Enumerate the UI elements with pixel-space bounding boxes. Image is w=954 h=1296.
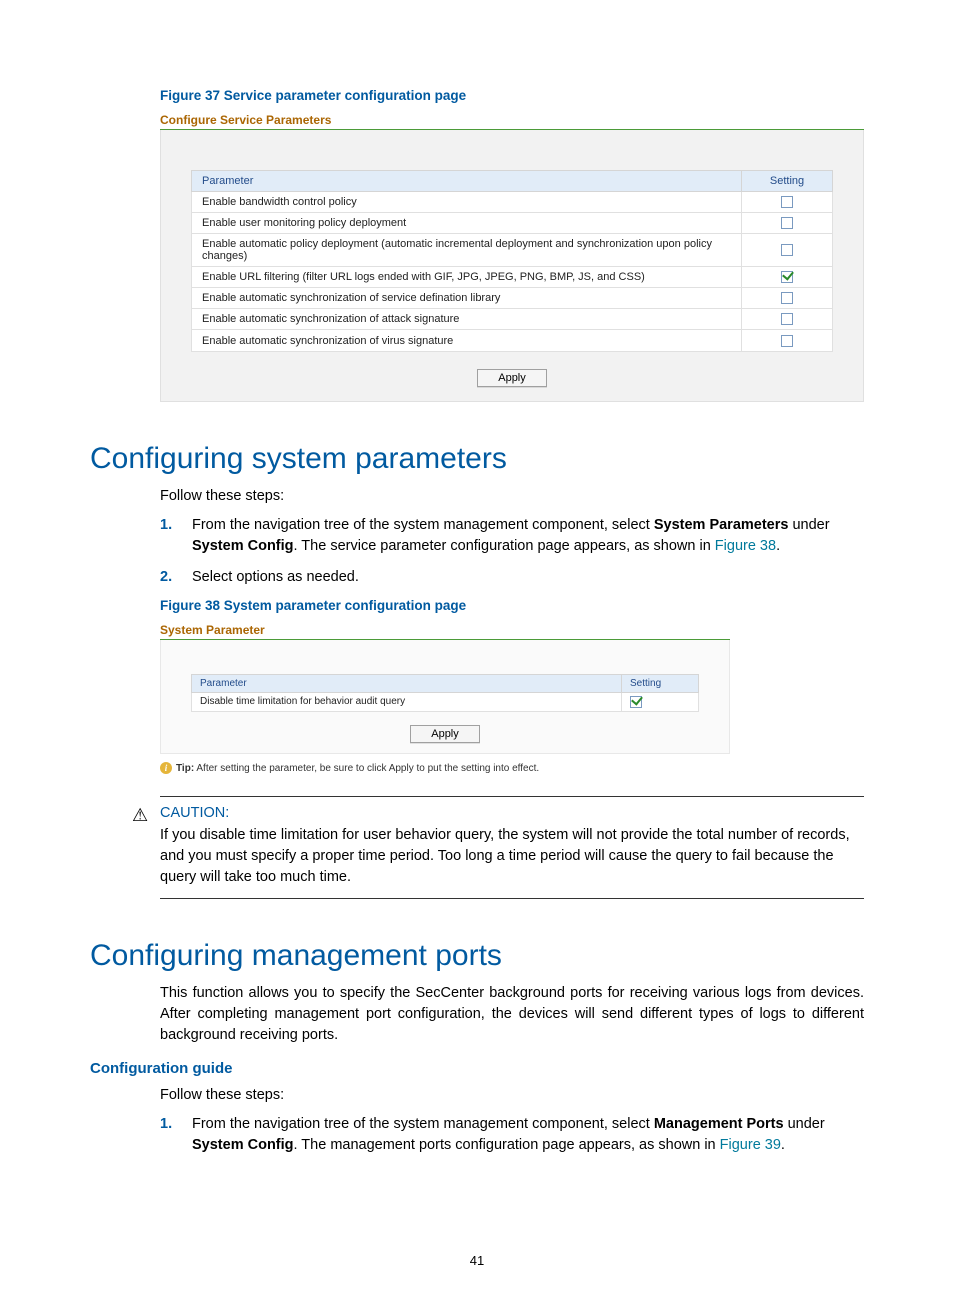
table-row: Enable automatic synchronization of atta… bbox=[192, 309, 833, 330]
step1-text-c: . The service parameter configuration pa… bbox=[294, 538, 715, 554]
heading-system-params: Configuring system parameters bbox=[90, 442, 864, 476]
step1-text-d: . bbox=[776, 538, 780, 554]
figure37-caption: Figure 37 Service parameter configuratio… bbox=[160, 88, 864, 103]
param-setting bbox=[742, 267, 833, 288]
section1-step2: Select options as needed. bbox=[160, 567, 864, 588]
table-row: Enable user monitoring policy deployment bbox=[192, 213, 833, 234]
checkbox[interactable] bbox=[781, 313, 793, 325]
table-row: Enable automatic policy deployment (auto… bbox=[192, 234, 833, 267]
param-label: Disable time limitation for behavior aud… bbox=[192, 692, 622, 711]
col-parameter: Parameter bbox=[192, 674, 622, 692]
param-setting bbox=[742, 288, 833, 309]
step1-text-a: From the navigation tree of the system m… bbox=[192, 1116, 654, 1132]
param-label: Enable bandwidth control policy bbox=[192, 192, 742, 213]
col-parameter: Parameter bbox=[192, 171, 742, 192]
table-row: Enable URL filtering (filter URL logs en… bbox=[192, 267, 833, 288]
step1-bold1: System Parameters bbox=[654, 517, 789, 533]
step1-bold1: Management Ports bbox=[654, 1116, 784, 1132]
col-setting: Setting bbox=[742, 171, 833, 192]
param-label: Enable automatic policy deployment (auto… bbox=[192, 234, 742, 267]
apply-button[interactable]: Apply bbox=[477, 369, 547, 387]
param-label: Enable user monitoring policy deployment bbox=[192, 213, 742, 234]
param-setting bbox=[742, 192, 833, 213]
param-setting bbox=[622, 692, 699, 711]
table-row: Enable automatic synchronization of viru… bbox=[192, 330, 833, 351]
table-row: Disable time limitation for behavior aud… bbox=[192, 692, 699, 711]
caution-text: If you disable time limitation for user … bbox=[160, 825, 864, 888]
figure38-caption: Figure 38 System parameter configuration… bbox=[160, 598, 864, 613]
table-row: Enable bandwidth control policy bbox=[192, 192, 833, 213]
section2-intro: This function allows you to specify the … bbox=[160, 983, 864, 1046]
step1-bold2: System Config bbox=[192, 1137, 294, 1153]
param-setting bbox=[742, 309, 833, 330]
param-setting bbox=[742, 234, 833, 267]
checkbox[interactable] bbox=[781, 292, 793, 304]
checkbox[interactable] bbox=[630, 696, 642, 708]
tip-text: After setting the parameter, be sure to … bbox=[194, 763, 539, 774]
step1-text-a: From the navigation tree of the system m… bbox=[192, 517, 654, 533]
param-setting bbox=[742, 330, 833, 351]
caution-label: CAUTION: bbox=[160, 805, 864, 821]
param-label: Enable automatic synchronization of viru… bbox=[192, 330, 742, 351]
figure38-link[interactable]: Figure 38 bbox=[715, 538, 776, 554]
section2-step1: From the navigation tree of the system m… bbox=[160, 1114, 864, 1156]
tip-row: i Tip: After setting the parameter, be su… bbox=[160, 762, 730, 774]
caution-icon: ⚠ bbox=[132, 805, 148, 826]
page-number: 41 bbox=[0, 1253, 954, 1268]
system-param-table: Parameter Setting Disable time limitatio… bbox=[191, 674, 699, 712]
param-setting bbox=[742, 213, 833, 234]
step1-bold2: System Config bbox=[192, 538, 294, 554]
step1-text-b: under bbox=[784, 1116, 825, 1132]
section1-steps: From the navigation tree of the system m… bbox=[160, 515, 864, 588]
figure39-link[interactable]: Figure 39 bbox=[720, 1137, 781, 1153]
figure37-panel-title: Configure Service Parameters bbox=[160, 113, 864, 127]
tip-label: Tip: bbox=[176, 763, 194, 774]
checkbox[interactable] bbox=[781, 196, 793, 208]
checkbox[interactable] bbox=[781, 271, 793, 283]
section1-step1: From the navigation tree of the system m… bbox=[160, 515, 864, 557]
figure38-panel: Parameter Setting Disable time limitatio… bbox=[160, 640, 730, 754]
info-icon: i bbox=[160, 762, 172, 774]
param-label: Enable automatic synchronization of serv… bbox=[192, 288, 742, 309]
step1-text-b: under bbox=[788, 517, 829, 533]
caution-block: ⚠ CAUTION: If you disable time limitatio… bbox=[160, 796, 864, 899]
service-param-table: Parameter Setting Enable bandwidth contr… bbox=[191, 170, 833, 352]
section2-steps-intro: Follow these steps: bbox=[160, 1085, 864, 1106]
checkbox[interactable] bbox=[781, 217, 793, 229]
figure37-panel: Parameter Setting Enable bandwidth contr… bbox=[160, 130, 864, 402]
param-label: Enable URL filtering (filter URL logs en… bbox=[192, 267, 742, 288]
figure38-panel-title: System Parameter bbox=[160, 623, 730, 637]
section1-intro: Follow these steps: bbox=[160, 486, 864, 507]
col-setting: Setting bbox=[622, 674, 699, 692]
table-row: Enable automatic synchronization of serv… bbox=[192, 288, 833, 309]
checkbox[interactable] bbox=[781, 244, 793, 256]
param-label: Enable automatic synchronization of atta… bbox=[192, 309, 742, 330]
config-guide-heading: Configuration guide bbox=[90, 1060, 864, 1077]
checkbox[interactable] bbox=[781, 335, 793, 347]
step1-text-c: . The management ports configuration pag… bbox=[294, 1137, 720, 1153]
heading-mgmt-ports: Configuring management ports bbox=[90, 939, 864, 973]
section2-steps: From the navigation tree of the system m… bbox=[160, 1114, 864, 1156]
step1-text-d: . bbox=[781, 1137, 785, 1153]
apply-button[interactable]: Apply bbox=[410, 725, 480, 743]
